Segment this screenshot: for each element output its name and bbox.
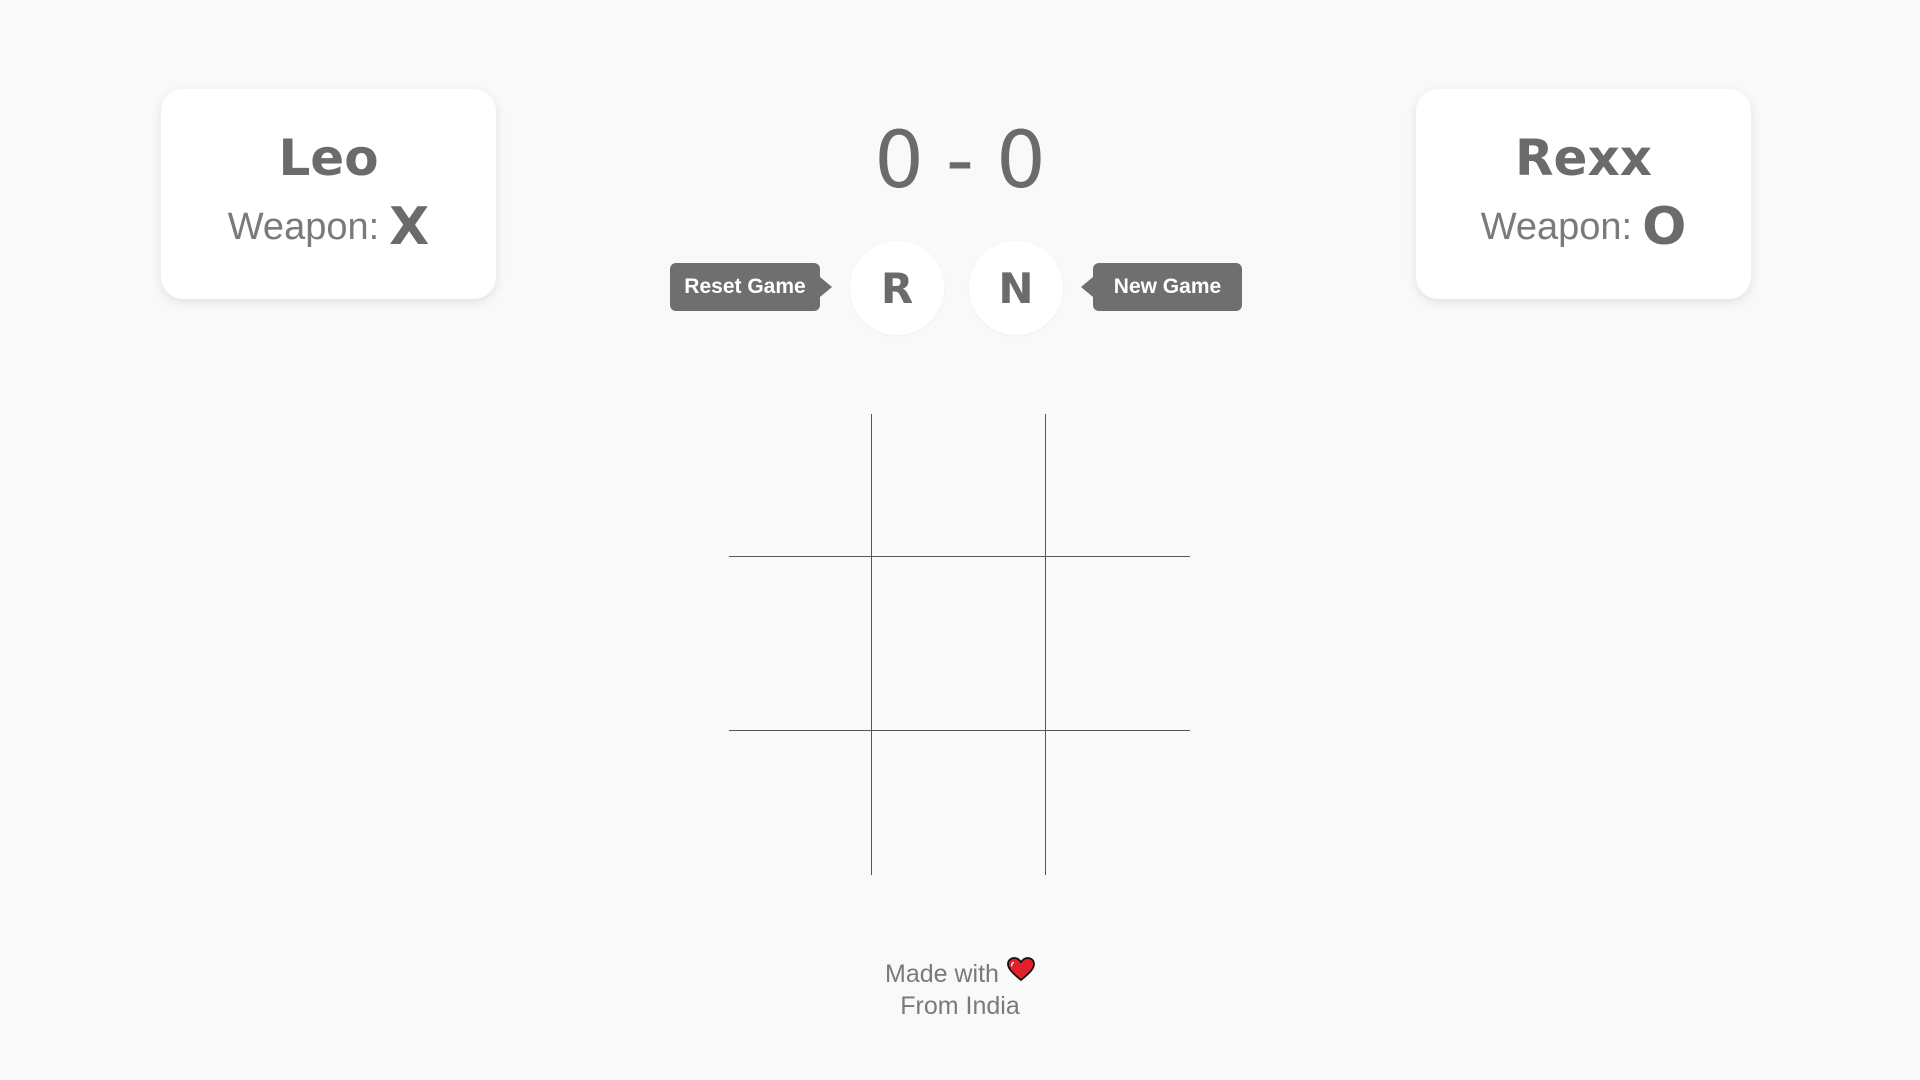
player-one-weapon-row: Weapon: X <box>161 201 496 253</box>
footer-made-with: Made with <box>885 960 999 988</box>
board-cell[interactable] <box>1046 731 1190 875</box>
score-player-one: 0 <box>874 116 924 206</box>
footer: Made with From India <box>760 956 1160 1022</box>
board-cell[interactable] <box>872 731 1046 875</box>
player-two-name: Rexx <box>1515 129 1652 187</box>
reset-game-button[interactable]: R <box>850 241 944 335</box>
footer-line-one: Made with <box>760 956 1160 990</box>
player-two-weapon: O <box>1642 197 1687 257</box>
score-player-two: 0 <box>996 116 1046 206</box>
score-separator: - <box>945 116 975 206</box>
player-one-weapon: X <box>389 197 430 257</box>
board-cell[interactable] <box>872 557 1046 731</box>
footer-line-two: From India <box>900 992 1020 1020</box>
new-game-tooltip: New Game <box>1081 263 1242 311</box>
game-board <box>729 414 1190 875</box>
tic-tac-toe-app: Leo Weapon: X 0-0 Rexx Weapon: O Reset Gam… <box>0 0 1920 1080</box>
heart-icon <box>1007 956 1035 990</box>
player-one-name: Leo <box>278 129 379 187</box>
board-cell[interactable] <box>729 414 872 557</box>
player-two-weapon-row: Weapon: O <box>1416 201 1751 253</box>
player-two-weapon-label: Weapon: <box>1480 206 1633 248</box>
player-two-card: Rexx Weapon: O <box>1416 89 1751 299</box>
scoreboard: 0-0 <box>760 122 1160 200</box>
board-cell[interactable] <box>729 557 872 731</box>
player-one-weapon-label: Weapon: <box>227 206 380 248</box>
board-cell[interactable] <box>729 731 872 875</box>
board-cell[interactable] <box>1046 414 1190 557</box>
new-game-button[interactable]: N <box>969 241 1063 335</box>
board-cell[interactable] <box>1046 557 1190 731</box>
board-cell[interactable] <box>872 414 1046 557</box>
player-one-card: Leo Weapon: X <box>161 89 496 299</box>
reset-game-tooltip: Reset Game <box>670 263 832 311</box>
